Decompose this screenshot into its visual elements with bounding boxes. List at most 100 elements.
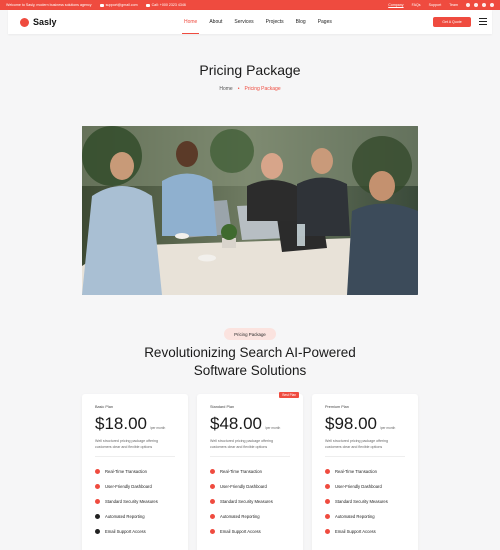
welcome-label: Welcome to Sasly, modern business soluti…: [6, 3, 92, 7]
check-icon: [210, 484, 215, 490]
plan-description: Well structured pricing package offering…: [95, 439, 158, 449]
feature-list: Real-Time Transaction User-Friendly Dash…: [325, 464, 405, 539]
logo[interactable]: Sasly: [20, 17, 57, 27]
price-period: /per month: [265, 426, 281, 430]
phone-link[interactable]: Call: +000 2323 4346: [145, 3, 186, 7]
feature-item: Automated Reporting: [325, 509, 405, 524]
check-icon: [210, 469, 215, 475]
check-icon: [325, 499, 330, 505]
feature-list: Real-Time Transaction User-Friendly Dash…: [95, 464, 175, 539]
breadcrumb-separator: •: [237, 86, 240, 92]
top-bar: Welcome to Sasly, modern business soluti…: [0, 0, 500, 10]
feature-label: User-Friendly Dashboard: [220, 484, 267, 490]
breadcrumb-home[interactable]: Home: [219, 86, 232, 92]
feature-item: Standard Security Measures: [95, 494, 175, 509]
feature-item: Real-Time Transaction: [325, 464, 405, 479]
price-amount: $98.00: [325, 414, 377, 433]
hamburger-menu-icon[interactable]: [479, 18, 487, 26]
phone-icon: [145, 3, 150, 7]
nav-blog[interactable]: Blog: [290, 10, 312, 34]
breadcrumb: Home • Pricing Package: [0, 86, 500, 92]
feature-label: Email Support Access: [335, 529, 376, 535]
divider: [325, 456, 405, 458]
feature-label: Standard Security Measures: [335, 499, 388, 505]
topbar-link-team[interactable]: Team: [449, 3, 458, 7]
facebook-icon[interactable]: [466, 3, 470, 7]
feature-item: Automated Reporting: [95, 509, 175, 524]
divider: [95, 456, 175, 458]
feature-label: User-Friendly Dashboard: [335, 484, 382, 490]
check-icon: [210, 514, 215, 520]
topbar-link-company[interactable]: Company: [388, 3, 403, 7]
feature-item: User-Friendly Dashboard: [210, 479, 290, 494]
email-link[interactable]: support@gmail.com: [99, 3, 138, 7]
popular-badge: Best Plan: [279, 392, 299, 398]
site-header: Sasly Home About Services Projects Blog …: [8, 10, 492, 34]
check-icon: [95, 514, 100, 520]
plan-name: Basic Plan: [95, 405, 113, 409]
email-label: support@gmail.com: [105, 3, 138, 7]
feature-label: Automated Reporting: [220, 514, 260, 520]
mail-icon: [99, 3, 104, 7]
phone-label: Call: +000 2323 4346: [151, 3, 186, 7]
pricing-card-standard: Best Plan Standard Plan $48.00 /per mont…: [197, 392, 303, 550]
feature-label: Standard Security Measures: [105, 499, 158, 505]
pricing-card-basic: Basic Plan $18.00 /per month Well struct…: [82, 394, 188, 550]
topbar-link-faqs[interactable]: FAQs: [412, 3, 421, 7]
check-icon: [325, 514, 330, 520]
price-amount: $48.00: [210, 414, 262, 433]
feature-label: Automated Reporting: [335, 514, 375, 520]
get-quote-button[interactable]: Get A Quote: [433, 17, 471, 27]
check-icon: [210, 499, 215, 505]
divider: [210, 456, 290, 458]
check-icon: [325, 469, 330, 475]
check-icon: [210, 529, 215, 535]
pricing-card-premium: Premium Plan $98.00 /per month Well stru…: [312, 394, 418, 550]
logo-icon: [20, 17, 29, 27]
plan-description: Well structured pricing package offering…: [325, 439, 388, 449]
feature-label: Real-Time Transaction: [105, 469, 147, 475]
instagram-icon[interactable]: [490, 3, 494, 7]
section-title: Revolutionizing Search AI-Powered Softwa…: [100, 344, 400, 380]
feature-item: Standard Security Measures: [325, 494, 405, 509]
team-meeting-photo: [82, 126, 418, 295]
feature-label: Email Support Access: [105, 529, 146, 535]
check-icon: [95, 529, 100, 535]
price-period: /per month: [380, 426, 396, 430]
feature-label: Real-Time Transaction: [220, 469, 262, 475]
feature-item: Real-Time Transaction: [95, 464, 175, 479]
section-badge: Pricing Package: [224, 328, 276, 340]
plan-price: $18.00 /per month: [95, 414, 175, 434]
nav-about[interactable]: About: [203, 10, 228, 34]
feature-label: User-Friendly Dashboard: [105, 484, 152, 490]
main-nav: Home About Services Projects Blog Pages: [178, 10, 338, 34]
feature-label: Standard Security Measures: [220, 499, 273, 505]
logo-text: Sasly: [33, 17, 57, 27]
feature-item: Standard Security Measures: [210, 494, 290, 509]
feature-label: Email Support Access: [220, 529, 261, 535]
check-icon: [95, 469, 100, 475]
feature-list: Real-Time Transaction User-Friendly Dash…: [210, 464, 290, 539]
plan-name: Standard Plan: [210, 405, 235, 409]
nav-services[interactable]: Services: [228, 10, 259, 34]
plan-price: $98.00 /per month: [325, 414, 405, 434]
plan-price: $48.00 /per month: [210, 414, 290, 434]
check-icon: [95, 484, 100, 490]
feature-item: Email Support Access: [95, 524, 175, 539]
nav-pages[interactable]: Pages: [312, 10, 338, 34]
hero-image: [82, 126, 418, 295]
section-title-line-1: Revolutionizing Search AI-Powered: [144, 345, 356, 360]
check-icon: [325, 529, 330, 535]
nav-home[interactable]: Home: [178, 10, 203, 34]
feature-item: Automated Reporting: [210, 509, 290, 524]
price-amount: $18.00: [95, 414, 147, 433]
breadcrumb-current: Pricing Package: [244, 86, 281, 92]
plan-name: Premium Plan: [325, 405, 349, 409]
feature-item: User-Friendly Dashboard: [325, 479, 405, 494]
feature-item: Email Support Access: [210, 524, 290, 539]
linkedin-icon[interactable]: [482, 3, 486, 7]
check-icon: [95, 499, 100, 505]
nav-projects[interactable]: Projects: [260, 10, 290, 34]
twitter-icon[interactable]: [474, 3, 478, 7]
topbar-link-support[interactable]: Support: [429, 3, 442, 7]
